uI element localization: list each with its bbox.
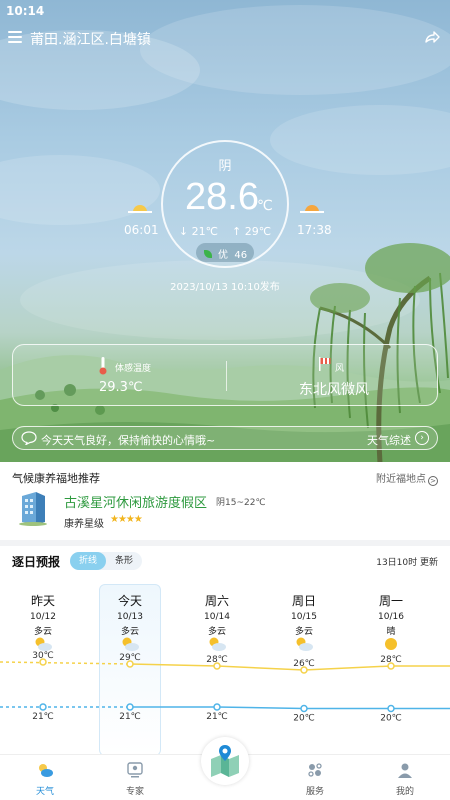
tab-weather-label: 天气 [35,787,54,797]
low-temp-line-point [300,704,308,713]
high-temp-line-label: 26℃ [293,659,315,669]
aqi-label: 优 [218,250,228,261]
feel-value: 29.3℃ [99,380,143,395]
location-title[interactable]: 莆田.涵江区.白塘镇 [30,29,151,49]
sunrise-icon [128,205,152,213]
high-temp: ↑ 29℃ [232,225,272,238]
high-temp-line-past-segment [0,661,131,665]
spot-level-label: 康养星级 [64,519,104,530]
high-temp-line-label: 30℃ [32,651,54,661]
tab-weather[interactable]: 天气 [15,755,75,800]
wind-value: 东北风微风 [299,382,369,398]
current-condition: 阴 [218,159,232,174]
low-temp-line-point [387,704,395,713]
tab-profile[interactable]: 我的 [375,755,435,800]
tab-profile-label: 我的 [395,787,414,797]
forecast-temperature-lines: 30℃ 29℃ 28℃ 26℃ 28℃ 21℃ 21℃ 21℃ 20℃ 20℃ [0,651,450,724]
weather-summary-link[interactable]: 天气综述 [367,432,411,448]
chat-bubble-icon [21,431,37,445]
high-temp-line-label: 29℃ [119,653,141,663]
chevron-circle-icon: > [428,476,438,486]
weather-tip-bar[interactable]: 今天天气良好，保持愉快的心情哦~ 天气综述 › [12,426,438,450]
nearby-link-label: 附近福地点 [376,474,426,485]
recommend-section: 气候康养福地推荐 附近福地点 > 古溪星河休闲旅游度假区 阴15~22℃ 康养星级… [0,462,450,540]
aqi-badge[interactable]: 优 46 [196,243,254,262]
spot-temp: 阴15~22℃ [216,498,266,508]
low-temp: ↓ 21℃ [178,225,218,238]
sunrise-time: 06:01 [124,223,159,237]
low-temp-line-label: 21℃ [206,712,228,722]
spot-name[interactable]: 古溪星河休闲旅游度假区 [64,492,207,511]
low-temp-line-point [39,703,47,711]
wind-flag-icon [319,357,331,371]
wind-label: 风 [335,364,345,374]
map-center-button[interactable] [201,737,249,785]
leaf-icon [204,250,212,258]
high-temp-line [129,663,450,671]
building-icon [19,492,47,526]
chevron-right-icon[interactable]: › [415,431,429,445]
top-bar: 莆田.涵江区.白塘镇 [0,26,450,52]
low-temp-line-label: 21℃ [119,712,141,722]
tab-expert-label: 专家 [125,787,144,797]
low-temp-line-label: 20℃ [293,714,315,724]
recommend-title: 气候康养福地推荐 [12,472,100,485]
low-temp-line-point [126,703,134,711]
low-temp-line-label: 21℃ [32,712,54,722]
aqi-value: 46 [234,250,248,261]
profile-icon [398,763,412,778]
feel-wind-card: 体感温度 29.3℃ 风 东北风微风 [12,344,438,406]
card-divider [226,361,227,391]
nearby-link[interactable]: 附近福地点 > [376,470,438,486]
tab-service[interactable]: 服务 [285,755,345,800]
star-rating: ★★★★ [110,514,143,525]
sunset-icon [300,205,324,213]
tip-text: 今天天气良好，保持愉快的心情哦~ [41,434,216,447]
menu-icon[interactable] [8,31,22,43]
low-temp-line-label: 20℃ [380,714,402,724]
expert-icon [127,762,143,778]
sunset-time: 17:38 [297,223,332,237]
status-bar-time: 10:14 [6,4,45,18]
low-temp-line [130,706,450,710]
daily-forecast-section: 逐日预报 折线 条形 13日10时 更新 昨天 10/12 多云 今天 10/13 多云周… [0,546,450,754]
service-icon [308,763,322,777]
tab-expert[interactable]: 专家 [105,755,165,800]
feel-label: 体感温度 [115,364,152,374]
current-temperature: 28.6 [185,176,259,218]
publish-time: 2023/10/13 10:10发布 [170,282,280,293]
temperature-unit: ℃ [257,198,273,214]
weather-icon [39,764,53,777]
low-high-range: ↓ 21℃ ↑ 29℃ [0,225,450,238]
thermometer-icon [99,357,107,375]
share-icon[interactable] [424,29,440,45]
high-temp-line-label: 28℃ [380,655,402,665]
map-icon [211,745,239,777]
high-temp-line-label: 28℃ [206,655,228,665]
tab-service-label: 服务 [305,787,324,797]
low-temp-line-point [213,703,221,711]
